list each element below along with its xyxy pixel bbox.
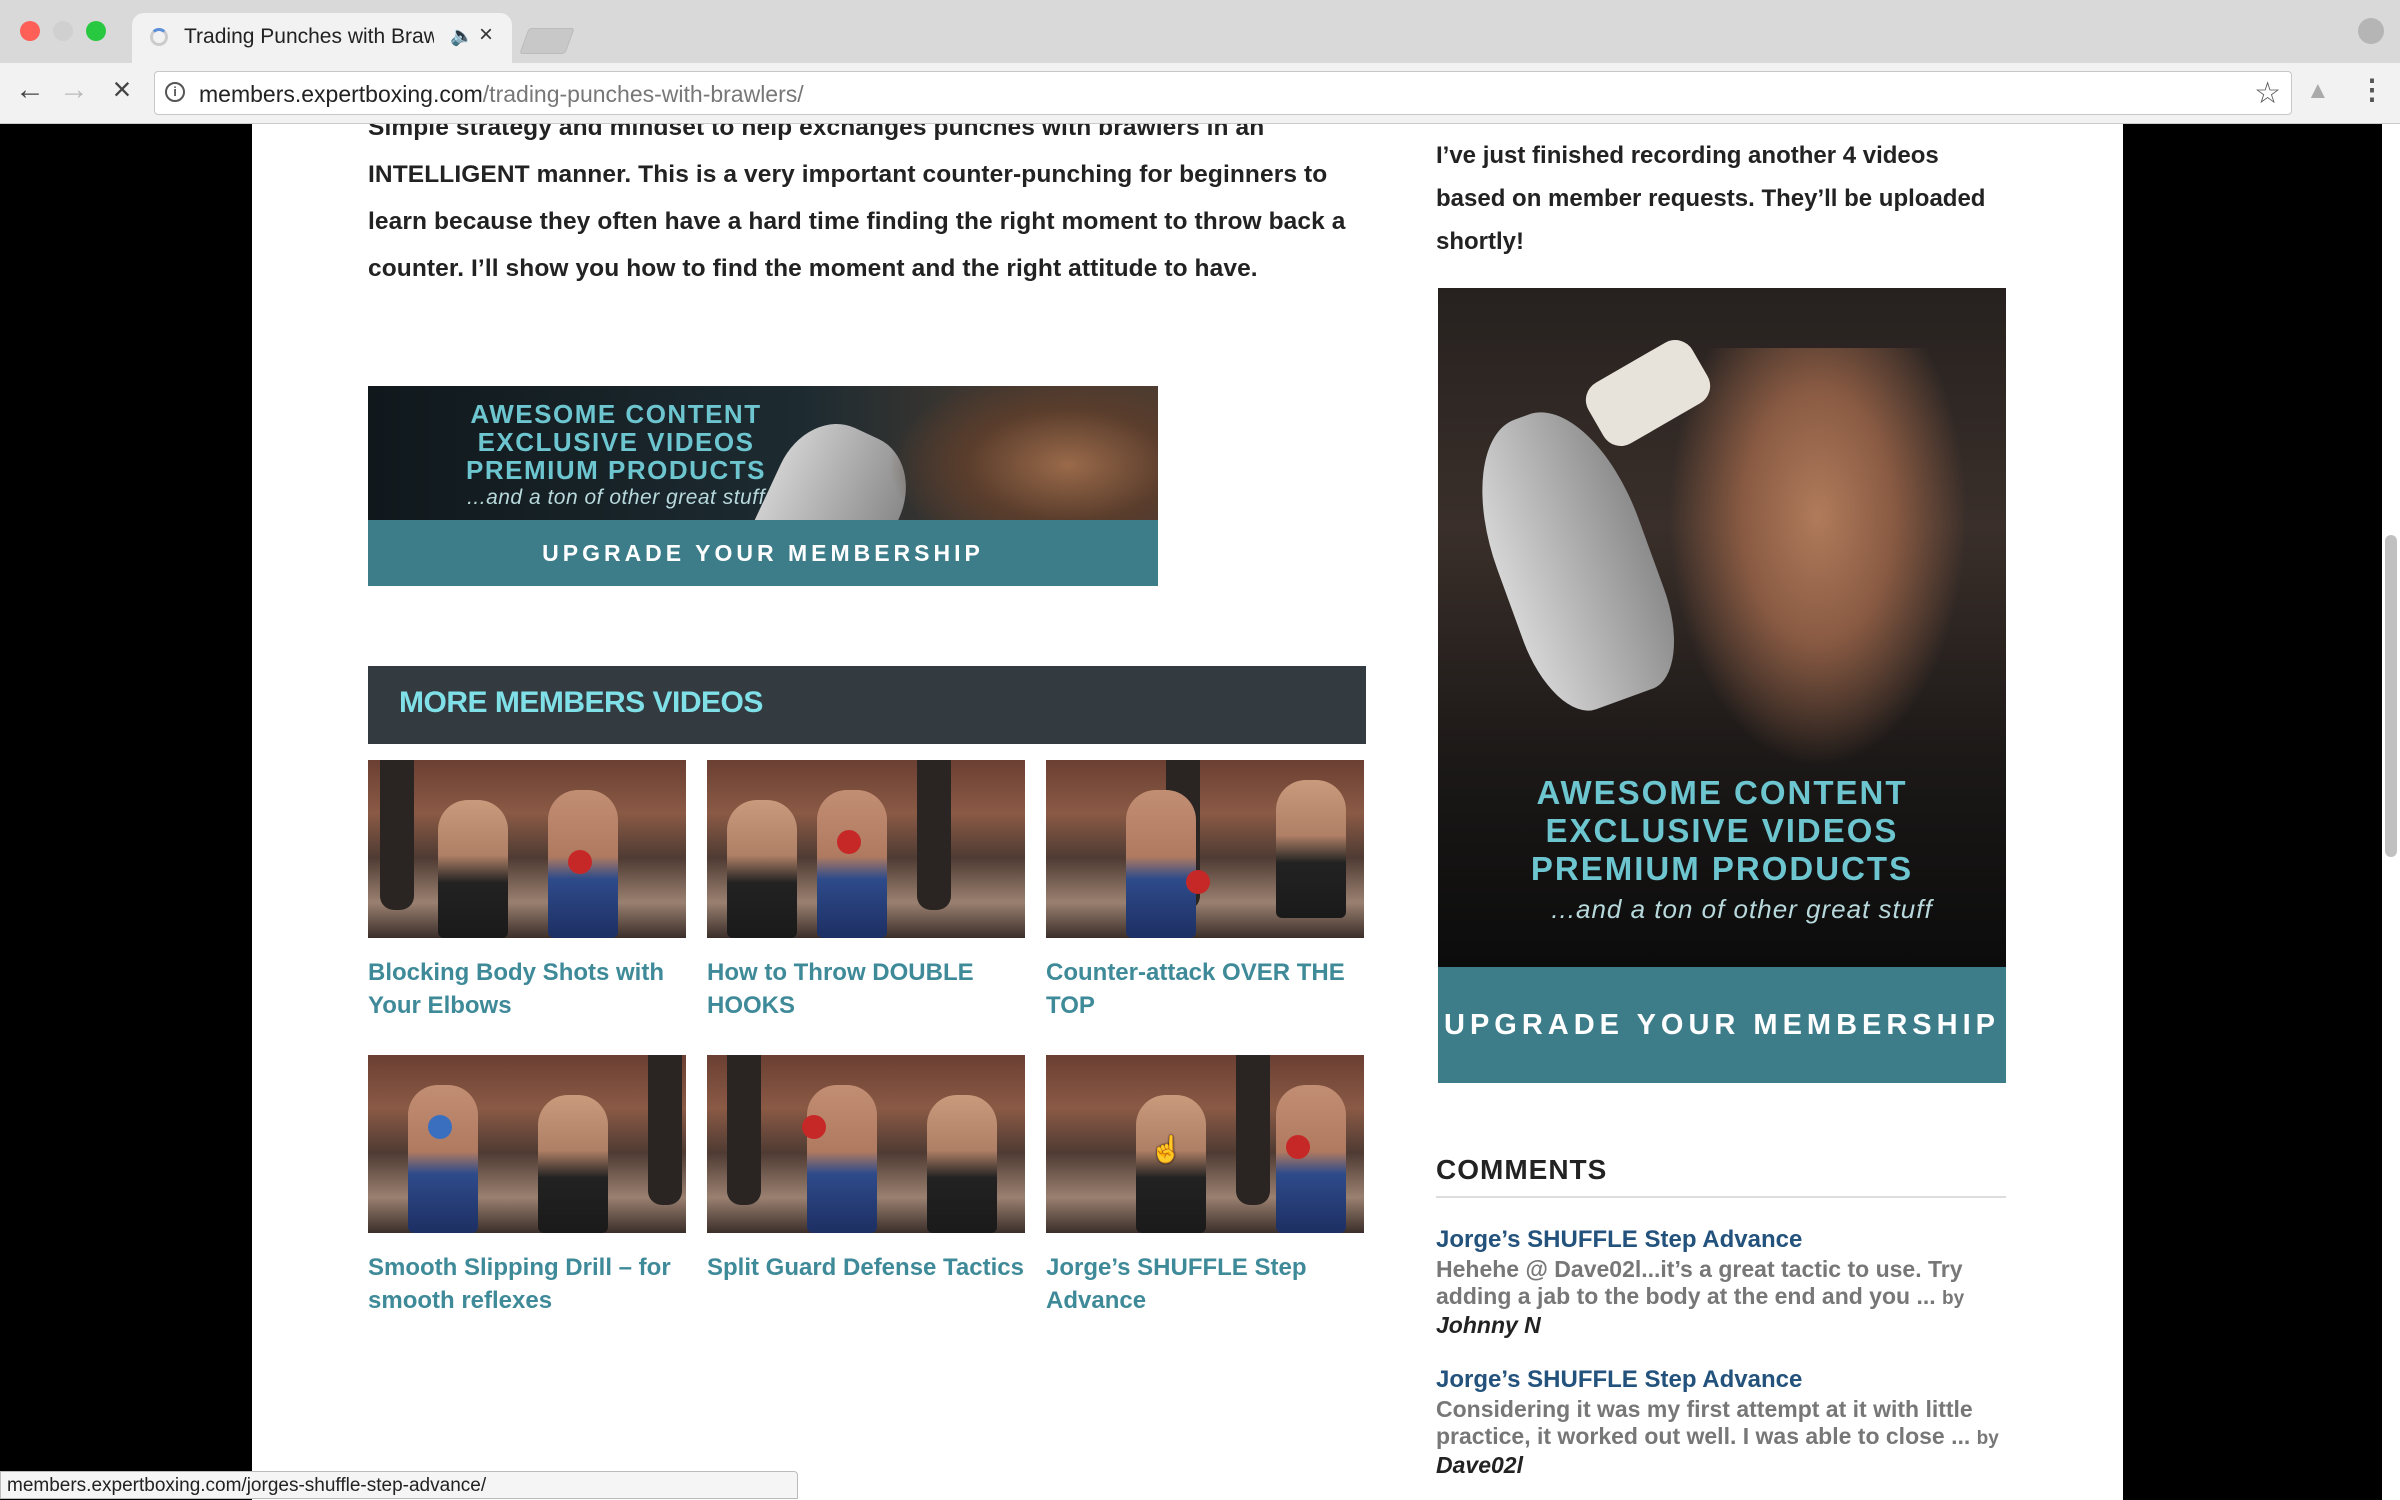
browser-tab-bar: Trading Punches with Brawl 🔈 ×: [0, 0, 2400, 63]
video-thumbnail[interactable]: [368, 760, 686, 938]
comments-heading: COMMENTS: [1436, 1154, 2006, 1198]
video-title-link[interactable]: How to Throw DOUBLE HOOKS: [707, 956, 1025, 1022]
comment-by-label: by: [1942, 1288, 1965, 1309]
video-title-link[interactable]: Smooth Slipping Drill – for smooth refle…: [368, 1251, 686, 1317]
video-thumbnail[interactable]: [368, 1055, 686, 1233]
comment-item: Jorge’s SHUFFLE Step Advance Hehehe @ Da…: [1436, 1224, 2006, 1339]
banner-subline: ...and a ton of other great stuff: [467, 486, 765, 509]
comment-excerpt: Considering it was my first attempt at i…: [1436, 1396, 2006, 1479]
upgrade-banner[interactable]: AWESOME CONTENT EXCLUSIVE VIDEOS PREMIUM…: [368, 386, 1158, 586]
sidebar-ad-subline: ...and a ton of other great stuff: [1551, 894, 1933, 924]
video-title-link[interactable]: Counter-attack OVER THE TOP: [1046, 956, 1364, 1022]
video-title-link[interactable]: Jorge’s SHUFFLE Step Advance: [1046, 1251, 1364, 1317]
upgrade-membership-button[interactable]: UPGRADE YOUR MEMBERSHIP: [368, 520, 1158, 586]
video-title-link[interactable]: Split Guard Defense Tactics: [707, 1251, 1025, 1284]
banner-line-2: EXCLUSIVE VIDEOS: [477, 427, 755, 457]
video-description: Simple strategy and mindset to help exch…: [368, 124, 1346, 282]
video-card[interactable]: Split Guard Defense Tactics: [707, 1055, 1025, 1284]
sidebar-upgrade-ad[interactable]: AWESOME CONTENT EXCLUSIVE VIDEOS PREMIUM…: [1438, 288, 2006, 1083]
more-videos-heading-text: MORE MEMBERS VIDEOS: [399, 686, 763, 719]
tab-title: Trading Punches with Brawl: [184, 25, 434, 48]
scrollbar-thumb[interactable]: [2385, 535, 2397, 857]
speed-bag-graphic: [1451, 391, 1695, 725]
sidebar-ad-text: AWESOME CONTENT EXCLUSIVE VIDEOS PREMIUM…: [1438, 774, 2006, 928]
comment-excerpt: Hehehe @ Dave02l...it’s a great tactic t…: [1436, 1256, 2006, 1339]
browser-toolbar: ← → × i members.expertboxing.com/trading…: [0, 63, 2400, 124]
video-card[interactable]: Counter-attack OVER THE TOP: [1046, 760, 1364, 1022]
close-window-icon[interactable]: [20, 21, 40, 41]
comment-text: Hehehe @ Dave02l...it’s a great tactic t…: [1436, 1256, 1963, 1309]
more-videos-heading: MORE MEMBERS VIDEOS: [368, 666, 1366, 744]
comment-post-link[interactable]: Jorge’s SHUFFLE Step Advance: [1436, 1364, 2006, 1396]
tab-close-icon[interactable]: ×: [479, 21, 493, 49]
video-card[interactable]: How to Throw DOUBLE HOOKS: [707, 760, 1025, 1022]
video-card[interactable]: Smooth Slipping Drill – for smooth refle…: [368, 1055, 686, 1317]
url-path: /trading-punches-with-brawlers/: [482, 81, 804, 107]
extension-icon[interactable]: ▲: [2306, 77, 2330, 105]
video-thumbnail[interactable]: [707, 1055, 1025, 1233]
browser-menu-icon[interactable]: ⋮: [2358, 73, 2386, 106]
maximize-window-icon[interactable]: [86, 21, 106, 41]
comment-item: Jorge’s SHUFFLE Step Advance Considering…: [1436, 1364, 2006, 1479]
sidebar-announcement: I’ve just finished recording another 4 v…: [1436, 142, 1986, 255]
url-host: members.expertboxing.com: [199, 81, 483, 107]
comment-author: Dave02l: [1436, 1452, 1523, 1478]
forward-arrow-icon[interactable]: →: [56, 73, 92, 107]
address-bar[interactable]: i members.expertboxing.com/trading-punch…: [154, 71, 2292, 115]
video-thumbnail[interactable]: [707, 760, 1025, 938]
banner-line-1: AWESOME CONTENT: [470, 399, 762, 429]
browser-tab-active[interactable]: Trading Punches with Brawl 🔈 ×: [132, 13, 512, 63]
hand-cursor-icon: ☝: [1150, 1134, 1183, 1164]
site-info-icon[interactable]: i: [165, 82, 185, 102]
page-container: Simple strategy and mindset to help exch…: [252, 124, 2123, 1500]
status-bar-url: members.expertboxing.com/jorges-shuffle-…: [0, 1471, 798, 1499]
comment-text: Considering it was my first attempt at i…: [1436, 1396, 1973, 1449]
loading-spinner-icon: [150, 28, 168, 46]
sidebar-ad-line-2: EXCLUSIVE VIDEOS: [1545, 812, 1899, 849]
new-tab-button[interactable]: [519, 28, 575, 54]
boxer-photo: [1668, 348, 1968, 768]
video-title-link[interactable]: Blocking Body Shots with Your Elbows: [368, 956, 686, 1022]
page-viewport: Simple strategy and mindset to help exch…: [0, 124, 2400, 1500]
video-card[interactable]: Jorge’s SHUFFLE Step Advance: [1046, 1055, 1364, 1317]
banner-text: AWESOME CONTENT EXCLUSIVE VIDEOS PREMIUM…: [386, 400, 846, 512]
stop-loading-icon[interactable]: ×: [104, 71, 140, 108]
audio-playing-icon[interactable]: 🔈: [450, 24, 474, 48]
comment-author: Johnny N: [1436, 1312, 1541, 1338]
profile-icon[interactable]: [2358, 18, 2384, 44]
sidebar-ad-line-1: AWESOME CONTENT: [1536, 774, 1908, 811]
banner-line-3: PREMIUM PRODUCTS: [466, 455, 766, 485]
comment-by-label: by: [1976, 1428, 1999, 1449]
video-thumbnail[interactable]: [1046, 760, 1364, 938]
minimize-window-icon[interactable]: [53, 21, 73, 41]
video-card[interactable]: Blocking Body Shots with Your Elbows: [368, 760, 686, 1022]
sidebar-upgrade-membership-button[interactable]: UPGRADE YOUR MEMBERSHIP: [1438, 967, 2006, 1083]
comment-post-link[interactable]: Jorge’s SHUFFLE Step Advance: [1436, 1224, 2006, 1256]
bookmark-star-icon[interactable]: ☆: [2254, 76, 2281, 111]
video-thumbnail[interactable]: [1046, 1055, 1364, 1233]
back-arrow-icon[interactable]: ←: [12, 73, 48, 107]
sidebar-ad-line-3: PREMIUM PRODUCTS: [1530, 850, 1914, 887]
url-text[interactable]: members.expertboxing.com/trading-punches…: [199, 81, 804, 108]
